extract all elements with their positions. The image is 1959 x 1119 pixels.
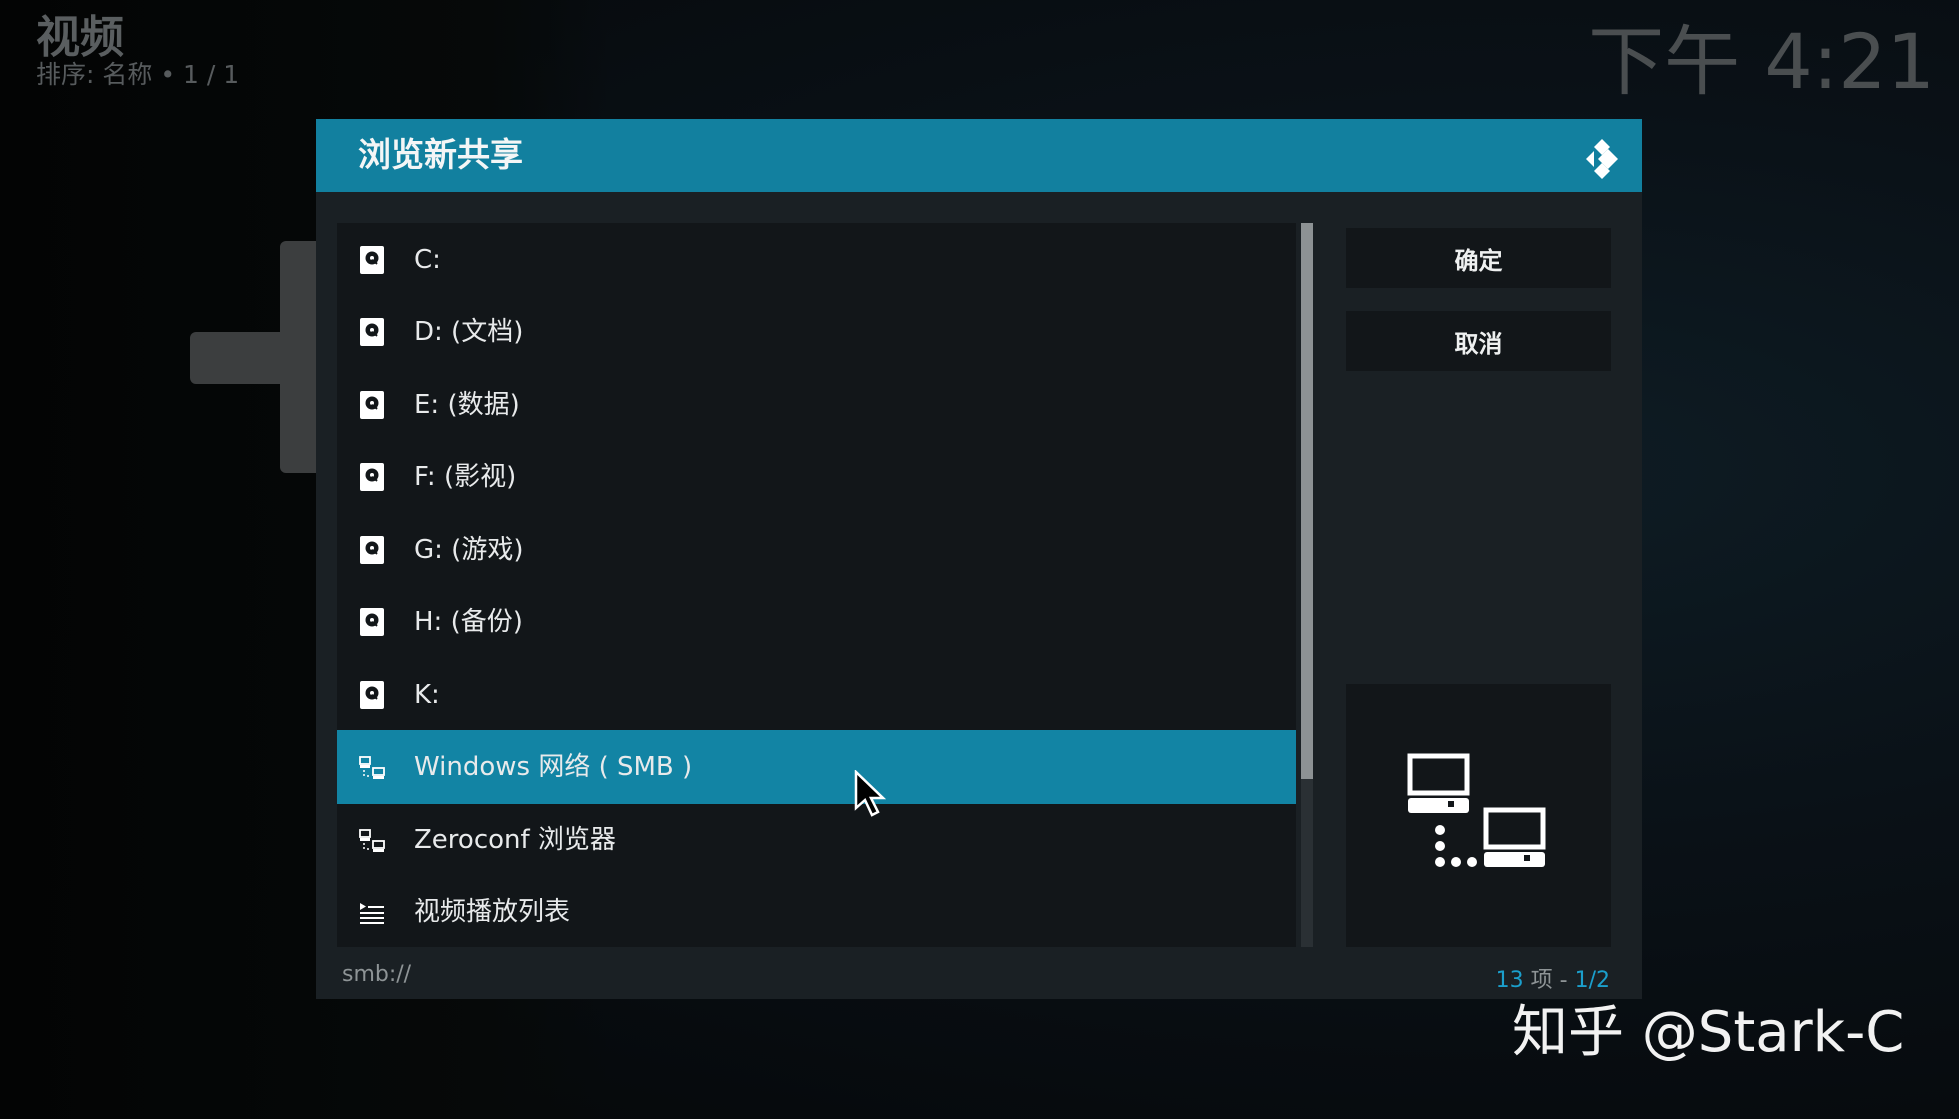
hard-drive-icon	[360, 681, 384, 709]
item-total: 13	[1495, 968, 1524, 993]
cancel-button[interactable]: 取消	[1346, 311, 1611, 371]
mouse-cursor-icon	[854, 770, 886, 817]
ok-button[interactable]: 确定	[1346, 228, 1611, 288]
list-item-e-drive[interactable]: E: (数据)	[337, 368, 1296, 442]
list-item-label: 视频播放列表	[414, 897, 571, 927]
dialog-title: 浏览新共享	[358, 135, 523, 174]
hard-drive-icon	[360, 463, 384, 491]
list-item-g-drive[interactable]: G: (游戏)	[337, 513, 1296, 587]
scrollbar-thumb[interactable]	[1301, 223, 1313, 779]
list-item-label: Zeroconf 浏览器	[414, 825, 616, 855]
list-item-label: D: (文档)	[414, 317, 524, 347]
list-item-label: E: (数据)	[414, 390, 520, 420]
list-item-label: H: (备份)	[414, 607, 523, 637]
network-preview-icon	[1407, 753, 1546, 867]
hard-drive-icon	[360, 536, 384, 564]
list-item-k-drive[interactable]: K:	[337, 658, 1296, 732]
list-item-video-playlist[interactable]: 视频播放列表	[337, 875, 1296, 949]
page-title: 视频	[36, 12, 124, 63]
file-list: C: D: (文档) E: (数据) F: (影视) G: (游戏) H: (备…	[337, 223, 1296, 947]
item-count: 13 项 - 1/2	[1496, 962, 1610, 994]
list-item-label: Windows 网络 ( SMB )	[414, 752, 693, 782]
hard-drive-icon	[360, 318, 384, 346]
background-panel-tab	[190, 332, 300, 384]
network-icon	[359, 829, 385, 852]
list-item-windows-network-smb[interactable]: Windows 网络 ( SMB )	[337, 730, 1296, 804]
list-item-d-drive[interactable]: D: (文档)	[337, 295, 1296, 369]
list-item-c-drive[interactable]: C:	[337, 223, 1296, 297]
preview-panel	[1346, 684, 1611, 947]
hard-drive-icon	[360, 391, 384, 419]
playlist-icon	[360, 903, 384, 924]
current-path: smb://	[342, 962, 412, 987]
hard-drive-icon	[360, 246, 384, 274]
list-item-f-drive[interactable]: F: (影视)	[337, 440, 1296, 514]
list-item-h-drive[interactable]: H: (备份)	[337, 585, 1296, 659]
kodi-logo-icon	[1586, 139, 1618, 179]
clock: 下午 4:21	[1588, 17, 1935, 106]
sort-info: 排序: 名称 • 1 / 1	[36, 60, 240, 89]
list-item-label: C:	[414, 245, 441, 275]
browse-share-dialog: 浏览新共享 C: D: (文档) E: (数据) F: (影视) G: (游戏)…	[316, 119, 1642, 999]
list-item-label: G: (游戏)	[414, 535, 524, 565]
list-item-zeroconf-browser[interactable]: Zeroconf 浏览器	[337, 803, 1296, 877]
list-item-label: F: (影视)	[414, 462, 517, 492]
screen: 视频 排序: 名称 • 1 / 1 下午 4:21 浏览新共享 C: D: (文…	[0, 0, 1959, 1119]
list-scrollbar[interactable]	[1301, 223, 1313, 947]
list-item-label: K:	[414, 680, 440, 710]
dialog-header: 浏览新共享	[316, 119, 1642, 192]
item-unit: 项 -	[1523, 968, 1575, 993]
watermark: 知乎 @Stark-C	[1512, 1000, 1905, 1065]
network-icon	[359, 756, 385, 779]
hard-drive-icon	[360, 608, 384, 636]
page-indicator: 1/2	[1574, 968, 1610, 993]
